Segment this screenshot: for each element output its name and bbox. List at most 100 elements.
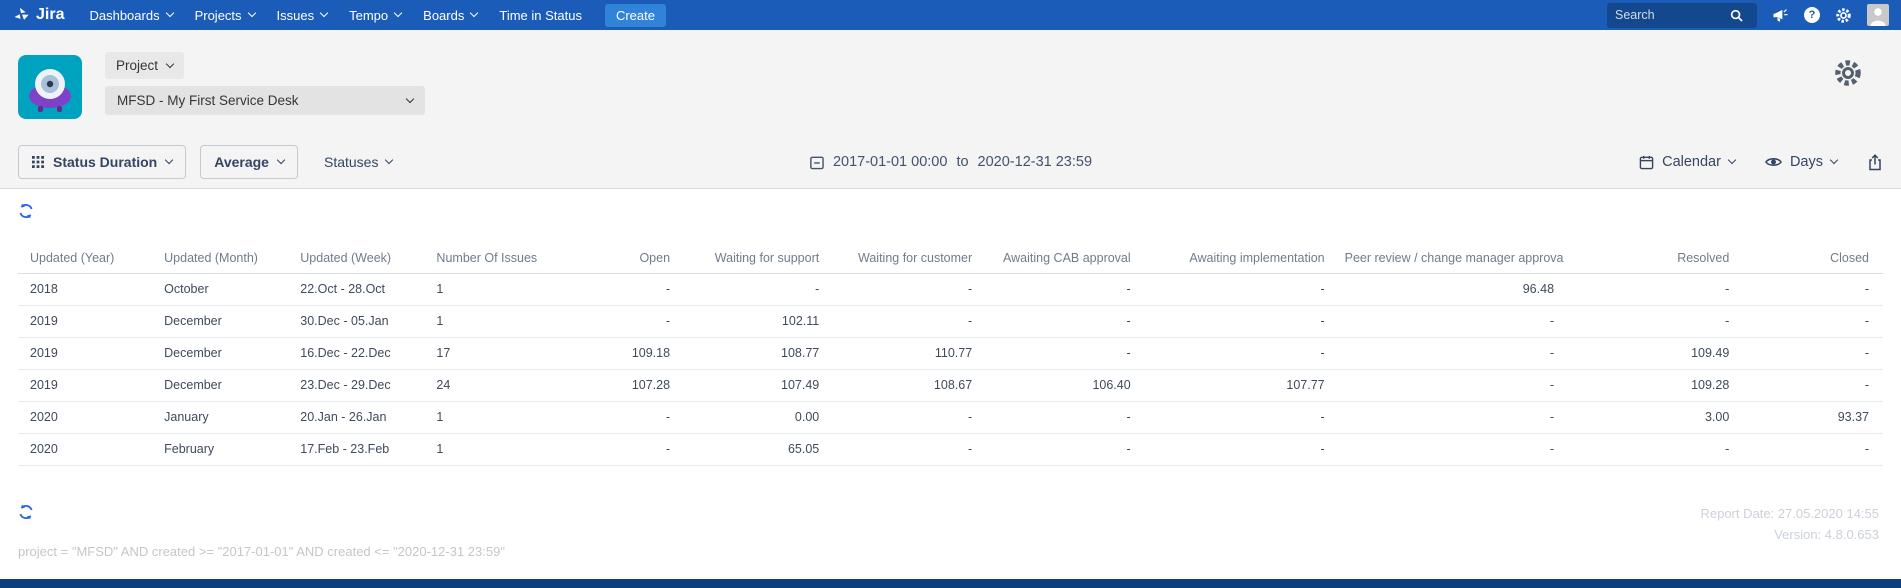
statuses-label: Statuses: [323, 154, 379, 170]
nav-item-dashboards[interactable]: Dashboards: [78, 0, 183, 30]
cell: 108.77: [680, 337, 830, 370]
cell: -: [1334, 305, 1565, 338]
cell: -: [1140, 305, 1335, 338]
search-input[interactable]: [1615, 8, 1730, 22]
cell: -: [1739, 273, 1883, 306]
report-date: Report Date: 27.05.2020 14:55: [1700, 506, 1879, 521]
cell: 16.Dec - 22.Dec: [290, 337, 427, 370]
col-updated-year: Updated (Year): [18, 243, 155, 274]
statuses-dropdown[interactable]: Statuses: [323, 154, 394, 170]
nav-label-time-in-status: Time in Status: [499, 7, 582, 23]
nav-item-boards[interactable]: Boards: [412, 0, 488, 30]
nav-label-projects: Projects: [194, 7, 242, 23]
cell: -: [1334, 369, 1565, 402]
cell: -: [538, 305, 681, 338]
cell: -: [1140, 273, 1335, 306]
cell: 1: [426, 401, 539, 434]
cell: 24: [426, 369, 539, 402]
col-peer-review: Peer review / change manager approval: [1334, 243, 1565, 274]
project-scope-button[interactable]: Project: [105, 52, 185, 79]
chevron-down-icon: [1727, 155, 1737, 165]
search-icon[interactable]: [1730, 9, 1743, 22]
settings-gear-icon[interactable]: [1833, 58, 1863, 93]
cell: 102.11: [680, 305, 830, 338]
gear-icon[interactable]: [1835, 7, 1852, 24]
cell: -: [538, 401, 681, 434]
cell: -: [538, 273, 681, 306]
chevron-down-icon: [393, 8, 403, 18]
cell: 109.49: [1564, 337, 1740, 370]
cell: 106.40: [982, 369, 1141, 402]
cell: -: [982, 401, 1141, 434]
cell: 108.67: [829, 369, 983, 402]
cell: -: [982, 273, 1141, 306]
chevron-down-icon: [385, 155, 394, 165]
cell: December: [154, 369, 291, 402]
calendar-icon: [1639, 155, 1654, 170]
nav-item-issues[interactable]: Issues: [266, 0, 339, 30]
cell: -: [982, 433, 1141, 466]
jira-brand-label: Jira: [36, 6, 65, 23]
cell: 107.28: [538, 369, 681, 402]
cell: -: [680, 273, 830, 306]
cell: 107.49: [680, 369, 830, 402]
date-range-picker[interactable]: 2017-01-01 00:00 to 2020-12-31 23:59: [809, 154, 1092, 170]
jira-brand[interactable]: Jira: [12, 6, 64, 25]
refresh-icon[interactable]: [18, 504, 34, 525]
chevron-down-icon: [165, 59, 175, 68]
nav-item-tempo[interactable]: Tempo: [338, 0, 412, 30]
chevron-down-icon: [1829, 155, 1839, 165]
col-waiting-for-customer: Waiting for customer: [829, 243, 983, 274]
chevron-down-icon: [319, 8, 329, 18]
cell: 17.Feb - 23.Feb: [290, 433, 427, 466]
refresh-icon[interactable]: [18, 203, 34, 224]
table-row: 2020 February 17.Feb - 23.Feb 1 - 65.05 …: [18, 433, 1883, 466]
nav-item-projects[interactable]: Projects: [184, 0, 266, 30]
metric-button[interactable]: Average: [200, 145, 298, 179]
project-avatar: [18, 55, 82, 119]
table-row: 2018 October 22.Oct - 28.Oct 1 - - - - -…: [18, 273, 1883, 306]
nav-label-issues: Issues: [276, 7, 315, 23]
calendar-mode-dropdown[interactable]: Calendar: [1639, 154, 1737, 170]
calendar-mode-label: Calendar: [1662, 154, 1721, 170]
nav-item-time-in-status[interactable]: Time in Status: [488, 0, 593, 30]
cell: -: [538, 433, 681, 466]
unit-label: Days: [1789, 154, 1823, 170]
user-avatar[interactable]: [1867, 4, 1889, 26]
cell: 3.00: [1564, 401, 1740, 434]
cell: -: [1739, 433, 1883, 466]
date-separator: to: [956, 154, 969, 170]
cell: 2019: [18, 305, 155, 338]
col-resolved: Resolved: [1564, 243, 1740, 274]
col-awaiting-cab-approval: Awaiting CAB approval: [982, 243, 1141, 274]
chevron-down-icon: [470, 8, 479, 18]
chevron-down-icon: [164, 155, 174, 165]
cell: -: [1140, 337, 1335, 370]
help-icon[interactable]: ?: [1804, 7, 1820, 23]
col-updated-week: Updated (Week): [290, 243, 427, 274]
report-type-button[interactable]: Status Duration: [18, 145, 187, 179]
cell: 93.37: [1739, 401, 1883, 434]
chevron-down-icon: [405, 94, 415, 103]
cell: 2020: [18, 401, 155, 434]
cell: -: [1564, 305, 1740, 338]
status-duration-table: Updated (Year) Updated (Month) Updated (…: [18, 243, 1883, 466]
unit-dropdown[interactable]: Days: [1764, 154, 1839, 170]
cell: -: [1334, 337, 1565, 370]
table-row: 2020 January 20.Jan - 26.Jan 1 - 0.00 - …: [18, 401, 1883, 434]
search-box[interactable]: [1607, 2, 1757, 28]
announcement-icon[interactable]: [1772, 8, 1789, 23]
project-select[interactable]: MFSD - My First Service Desk: [105, 86, 425, 115]
cell: -: [1140, 401, 1335, 434]
cell: -: [829, 433, 983, 466]
export-icon[interactable]: [1867, 153, 1883, 171]
cell: 107.77: [1140, 369, 1335, 402]
chevron-down-icon: [276, 155, 286, 165]
bottom-bar: [0, 579, 1901, 588]
navbar-right-group: ?: [1607, 2, 1889, 28]
cell: 109.18: [538, 337, 681, 370]
cell: -: [1334, 433, 1565, 466]
table-row: 2019 December 30.Dec - 05.Jan 1 - 102.11…: [18, 305, 1883, 338]
create-button[interactable]: Create: [604, 3, 666, 27]
cell: -: [1739, 369, 1883, 402]
